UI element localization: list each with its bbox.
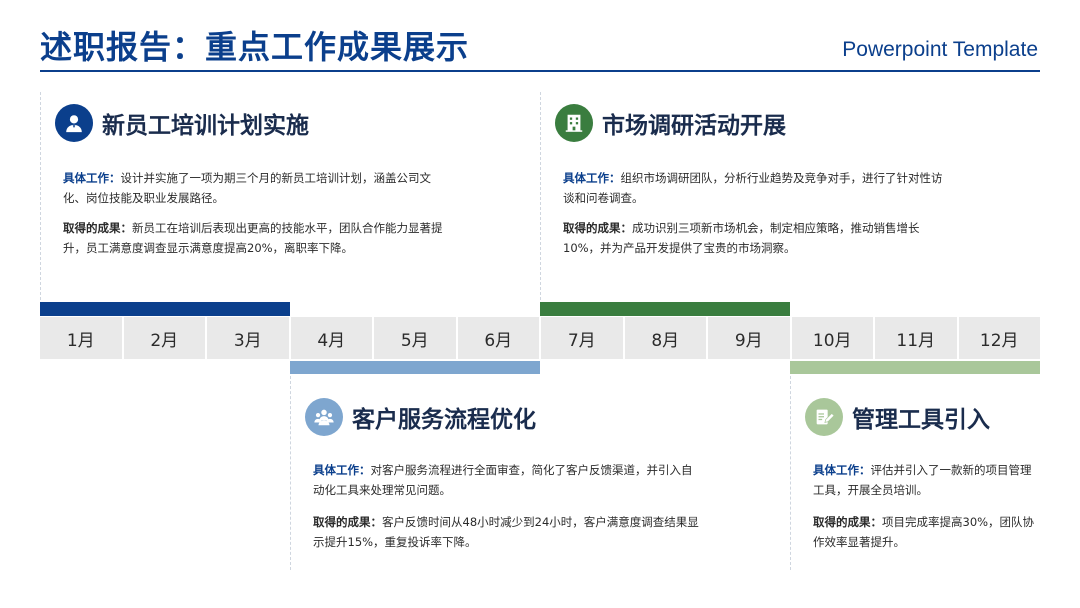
card-work: 具体工作：对客户服务流程进行全面审查，简化了客户反馈渠道，并引入自动化工具来处理… xyxy=(313,463,693,497)
page-title: 述职报告：重点工作成果展示 xyxy=(40,28,470,66)
card-work: 具体工作：设计并实施了一项为期三个月的新员工培训计划，涵盖公司文化、岗位技能及职… xyxy=(63,171,431,205)
month-cell: 6月 xyxy=(457,317,539,359)
card-market-research: 市场调研活动开展 具体工作：组织市场调研团队，分析行业趋势及竞争对手，进行了针对… xyxy=(540,92,943,300)
card-result: 取得的成果：成功识别三项新市场机会，制定相应策略，推动销售增长10%，并为产品开… xyxy=(563,221,920,255)
timeline-bar-q3 xyxy=(540,302,790,316)
card-result: 取得的成果：客户反馈时间从48小时减少到24小时，客户满意度调查结果显示提升15… xyxy=(313,515,699,549)
card-new-employee-training: 新员工培训计划实施 具体工作：设计并实施了一项为期三个月的新员工培训计划，涵盖公… xyxy=(40,92,443,300)
card-customer-service: 客户服务流程优化 具体工作：对客户服务流程进行全面审查，简化了客户反馈渠道，并引… xyxy=(290,376,699,570)
month-cell: 3月 xyxy=(207,317,289,359)
employee-icon xyxy=(55,104,93,142)
month-cell: 11月 xyxy=(875,317,957,359)
timeline-bar-q4 xyxy=(790,361,1040,374)
team-icon xyxy=(305,398,343,436)
month-cell: 2月 xyxy=(123,317,205,359)
card-title: 客户服务流程优化 xyxy=(352,407,536,433)
card-management-tools: 管理工具引入 具体工作：评估并引入了一款新的项目管理工具，开展全员培训。 取得的… xyxy=(790,376,1041,570)
building-icon xyxy=(555,104,593,142)
month-cell: 7月 xyxy=(541,317,623,359)
card-result: 取得的成果：新员工在培训后表现出更高的技能水平，团队合作能力显著提升，员工满意度… xyxy=(63,221,443,255)
page-subtitle: Powerpoint Template xyxy=(842,38,1038,61)
month-cell: 4月 xyxy=(290,317,372,359)
timeline-bar-q2 xyxy=(290,361,540,374)
month-cell: 1月 xyxy=(40,317,122,359)
month-cell: 8月 xyxy=(624,317,706,359)
card-title: 新员工培训计划实施 xyxy=(102,113,309,139)
month-cell: 12月 xyxy=(958,317,1040,359)
timeline-bar-q1 xyxy=(40,302,290,316)
card-work: 具体工作：评估并引入了一款新的项目管理工具，开展全员培训。 xyxy=(813,463,1032,497)
card-result: 取得的成果：项目完成率提高30%，团队协作效率显著提升。 xyxy=(813,515,1035,549)
month-timeline: 1月 2月 3月 4月 5月 6月 7月 8月 9月 10月 11月 12月 xyxy=(40,317,1040,359)
month-cell: 5月 xyxy=(374,317,456,359)
month-cell: 9月 xyxy=(708,317,790,359)
card-title: 管理工具引入 xyxy=(852,407,990,433)
header-divider xyxy=(40,70,1040,72)
card-title: 市场调研活动开展 xyxy=(602,113,786,139)
card-work: 具体工作：组织市场调研团队，分析行业趋势及竞争对手，进行了针对性访谈和问卷调查。 xyxy=(563,171,943,205)
edit-icon xyxy=(805,398,843,436)
month-cell: 10月 xyxy=(791,317,873,359)
